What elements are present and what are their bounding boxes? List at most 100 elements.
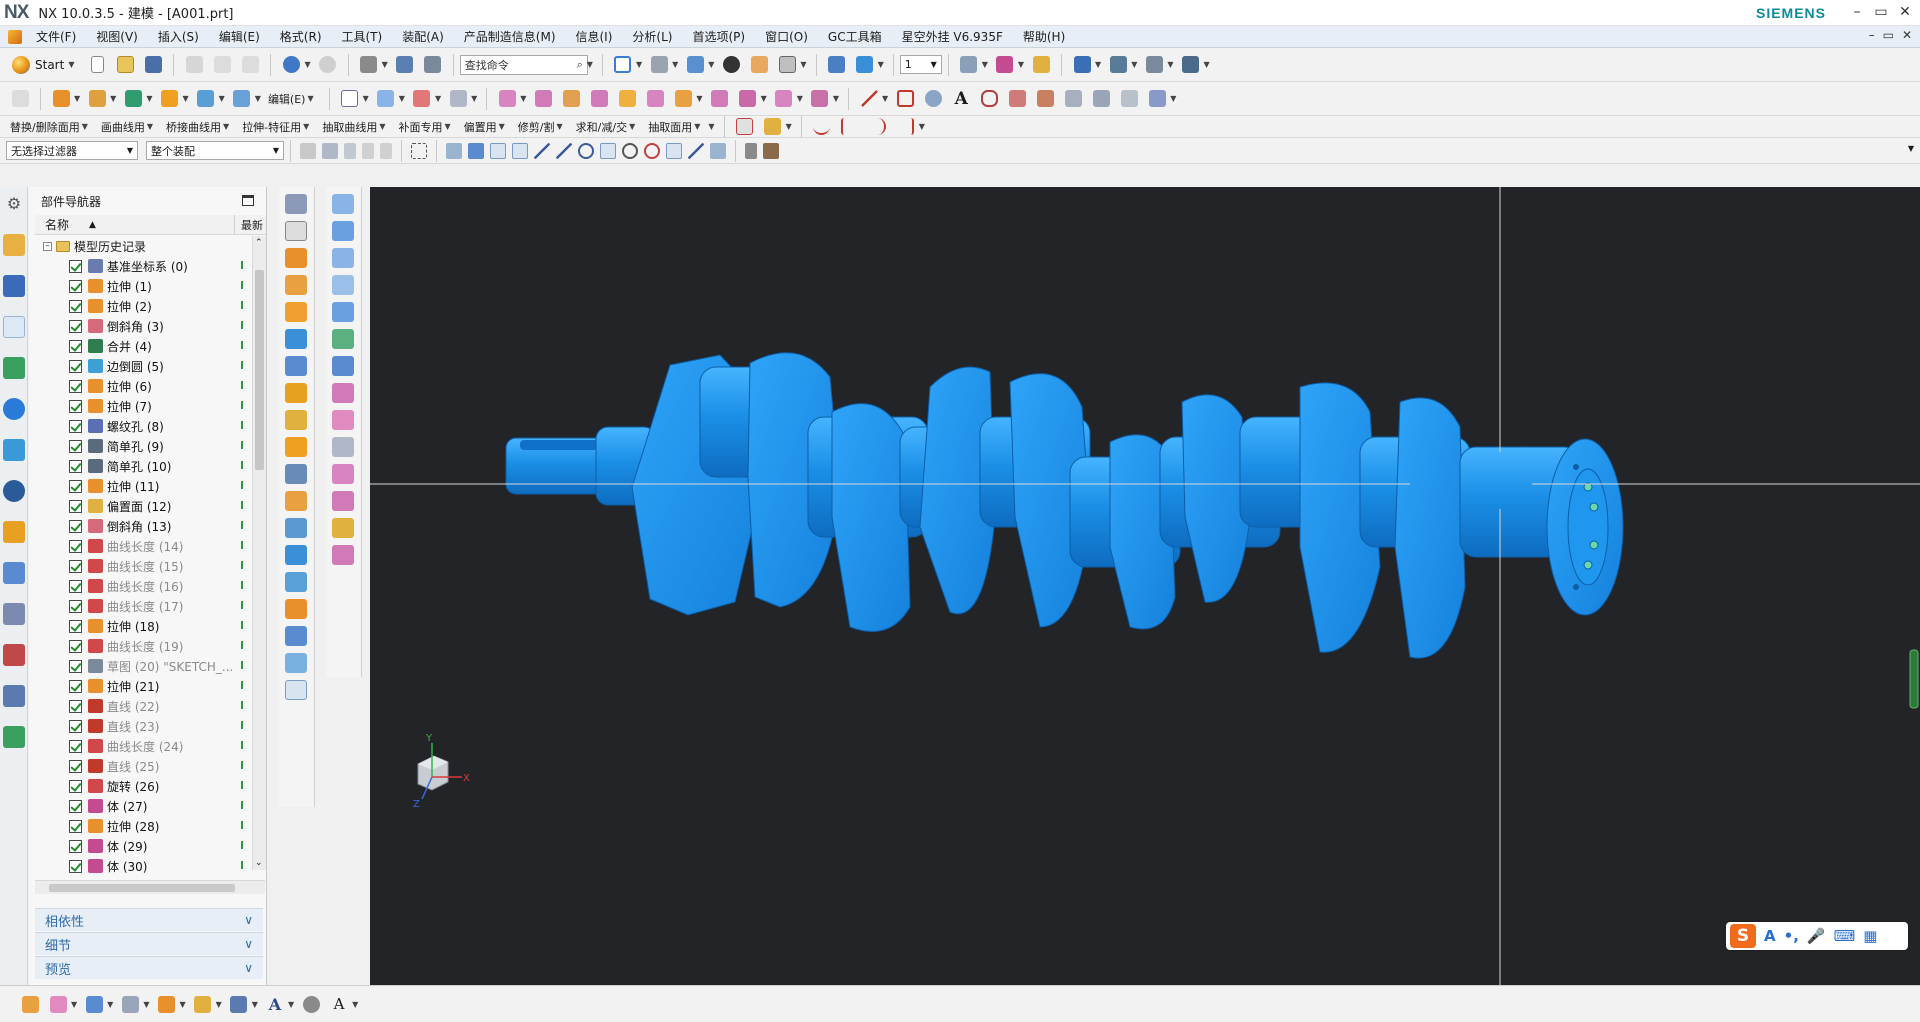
tree-feature-row[interactable]: 体 (27) — [35, 796, 265, 816]
redo-button[interactable] — [316, 53, 340, 77]
menu-gc-toolbox[interactable]: GC工具箱 — [818, 28, 892, 45]
visibility-checkbox[interactable] — [69, 479, 82, 493]
sketch-button[interactable] — [8, 87, 32, 111]
control-point-icon[interactable] — [578, 142, 594, 159]
chevron-down-icon[interactable]: ▼ — [146, 94, 152, 103]
visibility-checkbox[interactable] — [69, 319, 82, 333]
chevron-down-icon[interactable]: ▼ — [143, 1000, 149, 1009]
visibility-checkbox[interactable] — [69, 259, 82, 273]
visibility-checkbox[interactable] — [69, 819, 82, 833]
tree-feature-row[interactable]: 直线 (25) — [35, 756, 265, 776]
chevron-down-icon[interactable]: ▼ — [878, 60, 884, 69]
visibility-checkbox[interactable] — [69, 759, 82, 773]
mid-point-icon[interactable] — [512, 142, 528, 159]
tree-feature-row[interactable]: 基准坐标系 (0) — [35, 256, 265, 276]
restore-button[interactable]: ▭ — [1870, 2, 1892, 22]
bottom-tool-9[interactable] — [299, 992, 323, 1016]
fit-button[interactable] — [611, 53, 635, 77]
ime-punct-icon[interactable]: •, — [1784, 927, 1799, 945]
latest-column-header[interactable]: 最新 — [235, 215, 263, 234]
close-button[interactable]: ✕ — [1894, 2, 1916, 22]
tree-feature-row[interactable]: 曲线长度 (24) — [35, 736, 265, 756]
part-navigator-icon[interactable] — [3, 316, 25, 338]
feature-tool-10[interactable] — [772, 87, 796, 111]
menu-edit[interactable]: 编辑(E) — [209, 28, 270, 45]
doc-close-button[interactable]: ✕ — [1902, 28, 1912, 42]
line-snap-icon[interactable] — [534, 142, 550, 159]
chevron-down-icon[interactable]: ▼ — [672, 60, 678, 69]
snap-point-icon[interactable] — [468, 142, 484, 159]
thicken-icon[interactable] — [285, 545, 307, 565]
wrap-button[interactable] — [1089, 87, 1113, 111]
expression-button[interactable] — [1117, 87, 1141, 111]
point-on-curve-icon[interactable] — [688, 142, 704, 159]
scroll-up-icon[interactable]: ⌃ — [255, 238, 263, 248]
sew-icon[interactable] — [332, 437, 354, 457]
select-feature-icon[interactable] — [300, 142, 316, 159]
symbol-button[interactable] — [1145, 87, 1169, 111]
visibility-checkbox[interactable] — [69, 639, 82, 653]
start-button[interactable]: Start ▼ — [6, 53, 83, 77]
group-bridge-curve[interactable]: 桥接曲线用 ▼ — [162, 119, 238, 135]
studio-surface-icon[interactable] — [332, 302, 354, 322]
trim-curve-button[interactable] — [1061, 87, 1085, 111]
chevron-down-icon[interactable]: ▼ — [761, 94, 767, 103]
feature-tool-4[interactable] — [587, 87, 611, 111]
layer-filter-icon[interactable] — [745, 142, 757, 159]
snap-settings-icon[interactable] — [446, 142, 462, 159]
select-curve-icon[interactable] — [380, 142, 392, 159]
visibility-checkbox[interactable] — [69, 779, 82, 793]
rectangle-select-icon[interactable] — [411, 142, 427, 159]
constraint-navigator-icon[interactable] — [3, 275, 25, 297]
sogou-logo-icon[interactable]: S — [1730, 924, 1756, 948]
tree-feature-row[interactable]: 旋转 (26) — [35, 776, 265, 796]
undo-button[interactable] — [279, 53, 303, 77]
edit-menu-button[interactable]: 编辑(E) ▼ — [264, 91, 323, 107]
chevron-down-icon[interactable]: ▼ — [471, 94, 477, 103]
visibility-checkbox[interactable] — [69, 559, 82, 573]
text-button[interactable]: A — [949, 87, 973, 111]
open-file-button[interactable] — [113, 53, 137, 77]
ime-toolbar[interactable]: S A •, 🎤 ⌨ ▦ — [1726, 922, 1908, 950]
select-face-icon[interactable] — [344, 142, 356, 159]
grid-icon[interactable]: ▦ — [1863, 927, 1877, 945]
bottom-tool-10[interactable]: A — [327, 992, 351, 1016]
clock-icon[interactable] — [3, 480, 25, 502]
tree-feature-row[interactable]: 边倒圆 (5) — [35, 356, 265, 376]
maximize-icon[interactable] — [242, 195, 254, 206]
view-slider[interactable] — [1909, 649, 1919, 709]
bottom-tool-4[interactable] — [118, 992, 142, 1016]
shell-button[interactable] — [194, 87, 218, 111]
chevron-down-icon[interactable]: ▼ — [216, 1000, 222, 1009]
chevron-down-icon[interactable]: ▼ — [71, 1000, 77, 1009]
trim-button[interactable] — [838, 115, 862, 139]
blend-icon[interactable] — [332, 518, 354, 538]
chevron-down-icon[interactable]: ▼ — [1908, 144, 1914, 153]
tree-feature-row[interactable]: 体 (30) — [35, 856, 265, 876]
move-object-button[interactable] — [853, 53, 877, 77]
tree-feature-row[interactable]: 拉伸 (7) — [35, 396, 265, 416]
bottom-tool-8[interactable]: A — [263, 992, 287, 1016]
feature-tool-2[interactable] — [531, 87, 555, 111]
cylinder-icon[interactable] — [285, 356, 307, 376]
tree-feature-row[interactable]: 直线 (23) — [35, 716, 265, 736]
mesh-button[interactable] — [410, 87, 434, 111]
chevron-down-icon[interactable]: ▼ — [1131, 60, 1137, 69]
web-browser-icon[interactable] — [3, 398, 25, 420]
analysis-button[interactable] — [1029, 53, 1053, 77]
visibility-checkbox[interactable] — [69, 359, 82, 373]
chevron-down-icon[interactable]: ▼ — [696, 94, 702, 103]
history-icon[interactable] — [3, 439, 25, 461]
feature-tool-8[interactable] — [708, 87, 732, 111]
pattern-button[interactable] — [157, 87, 181, 111]
face-blend-icon[interactable] — [332, 545, 354, 565]
offset-icon[interactable] — [285, 572, 307, 592]
feature-tool-1[interactable] — [495, 87, 519, 111]
hole-icon[interactable] — [285, 302, 307, 322]
extract-icon[interactable] — [332, 464, 354, 484]
bottom-tool-1[interactable] — [18, 992, 42, 1016]
assembly-constraint-icon[interactable] — [285, 194, 307, 214]
keyboard-icon[interactable]: ⌨ — [1834, 927, 1856, 945]
tree-feature-row[interactable]: 拉伸 (18) — [35, 616, 265, 636]
chevron-down-icon[interactable]: ▼ — [882, 94, 888, 103]
